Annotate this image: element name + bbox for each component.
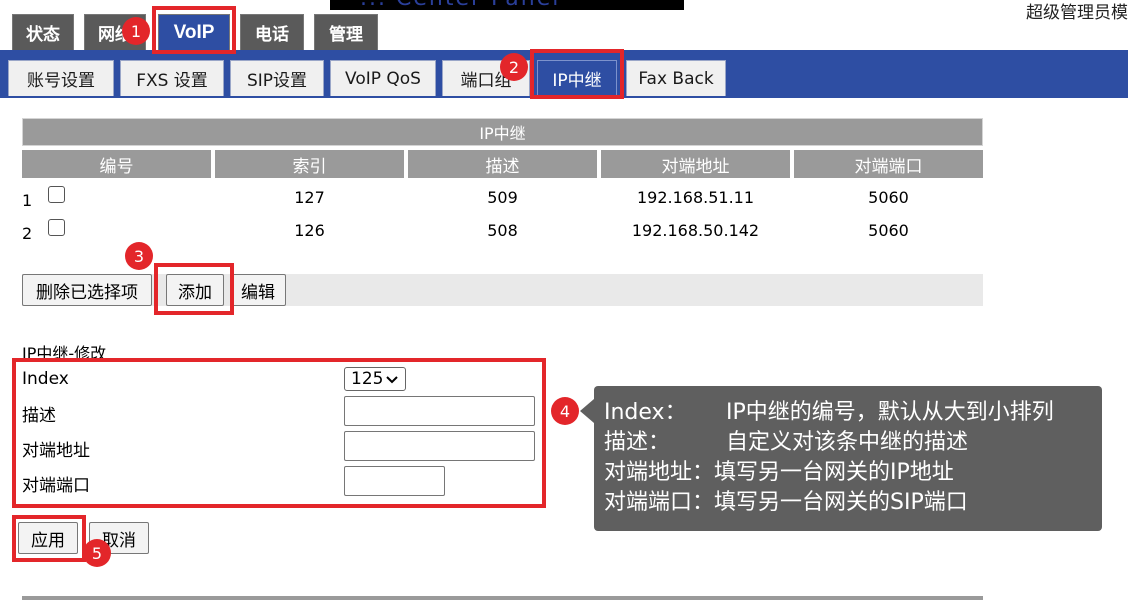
callout-key: Index：	[604, 400, 687, 425]
bottom-divider	[22, 596, 983, 600]
row-peer-address: 192.168.51.11	[636, 187, 755, 207]
callout-text: 自定义对该条中继的描述	[726, 430, 969, 455]
row-number: 2	[22, 223, 33, 243]
highlight-voip-tab	[152, 6, 236, 54]
column-header-peer-port: 对端端口	[794, 150, 983, 178]
row-select-checkbox[interactable]	[48, 185, 65, 203]
main-tab-manage[interactable]: 管理	[314, 14, 378, 50]
highlight-ip-trunk-tab	[530, 49, 624, 99]
callout-line: 对端端口： 填写另一台网关的SIP端口	[604, 488, 1102, 518]
column-header-number: 编号	[22, 150, 211, 178]
sub-tab-voip-qos[interactable]: VoIP QoS	[330, 60, 436, 96]
row-index: 127	[294, 187, 325, 207]
column-header-peer-address: 对端地址	[601, 150, 790, 178]
row-peer-port: 5060	[868, 220, 909, 240]
step-badge-5: 5	[83, 539, 111, 567]
callout-text: IP中继的编号，默认从大到小排列	[726, 400, 1054, 425]
callout-line: 对端地址： 填写另一台网关的IP地址	[604, 458, 1102, 488]
callout-line: 描述： 自定义对该条中继的描述	[604, 428, 1102, 458]
row-number-cell: 2	[22, 215, 82, 245]
column-header-index: 索引	[215, 150, 404, 178]
highlight-apply-button	[12, 515, 86, 562]
table-caption: IP中继	[22, 118, 983, 146]
table-row: 1 127 509 192.168.51.11 5060	[22, 182, 983, 212]
row-number-cell: 1	[22, 182, 82, 212]
brand-text: ... Center Panel	[360, 0, 560, 10]
step-badge-1: 1	[122, 17, 150, 45]
step-badge-3: 3	[125, 242, 153, 270]
row-select-checkbox[interactable]	[48, 218, 65, 236]
step-badge-2: 2	[500, 53, 528, 81]
row-peer-address: 192.168.50.142	[631, 220, 760, 240]
row-peer-port: 5060	[868, 187, 909, 207]
user-role-label: 超级管理员模	[1026, 3, 1128, 23]
row-index: 126	[294, 220, 325, 240]
edit-button[interactable]: 编辑	[230, 274, 286, 306]
ip-trunk-table: IP中继 编号 索引 描述 对端地址 对端端口	[22, 118, 983, 180]
main-tab-phone[interactable]: 电话	[240, 14, 304, 50]
column-header-description: 描述	[408, 150, 597, 178]
callout-key: 对端端口：	[604, 490, 715, 515]
sub-tab-fxs-settings[interactable]: FXS 设置	[120, 60, 224, 96]
delete-selected-button[interactable]: 删除已选择项	[22, 274, 152, 306]
sub-tab-fax-back[interactable]: Fax Back	[626, 60, 726, 96]
row-description: 508	[487, 220, 518, 240]
highlight-add-button	[154, 263, 234, 315]
row-description: 509	[487, 187, 518, 207]
table-row: 2 126 508 192.168.50.142 5060	[22, 215, 983, 245]
field-help-callout: Index： IP中继的编号，默认从大到小排列 描述： 自定义对该条中继的描述 …	[594, 386, 1102, 531]
callout-line: Index： IP中继的编号，默认从大到小排列	[604, 398, 1102, 428]
main-tab-status[interactable]: 状态	[12, 14, 74, 50]
callout-pointer	[580, 399, 594, 423]
callout-key: 对端地址：	[604, 460, 715, 485]
sub-tab-account-settings[interactable]: 账号设置	[8, 60, 114, 96]
row-number: 1	[22, 190, 33, 210]
highlight-form-fields	[12, 358, 546, 508]
callout-text: 填写另一台网关的IP地址	[714, 460, 954, 485]
table-header-row: 编号 索引 描述 对端地址 对端端口	[22, 150, 983, 180]
callout-text: 填写另一台网关的SIP端口	[714, 490, 968, 515]
sub-tab-sip-settings[interactable]: SIP设置	[230, 60, 324, 96]
brand-banner: ... Center Panel	[330, 0, 684, 10]
callout-key: 描述：	[604, 430, 671, 455]
step-badge-4: 4	[551, 397, 579, 425]
